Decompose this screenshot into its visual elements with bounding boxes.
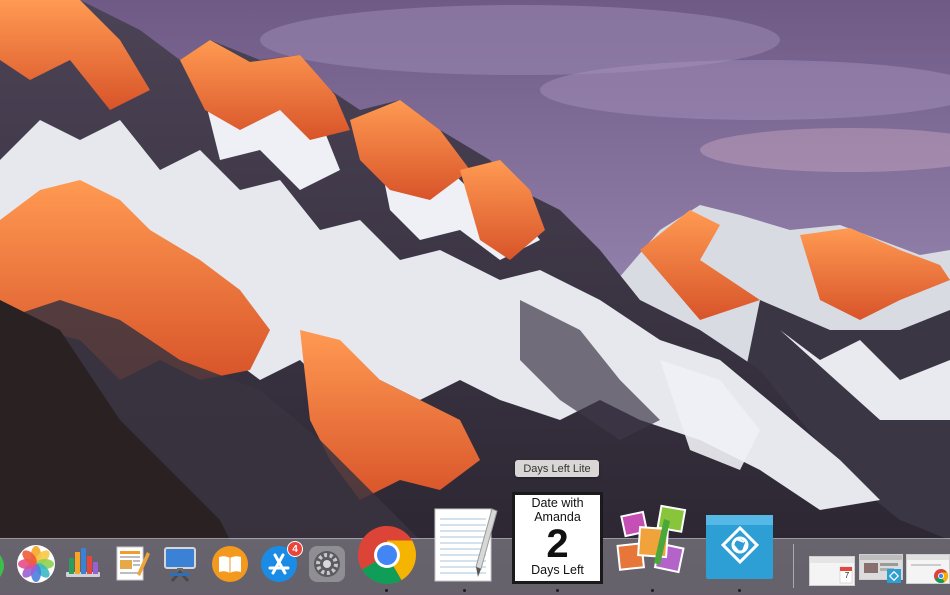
system-preferences-icon[interactable] (307, 544, 347, 584)
days-left-widget[interactable]: Date with Amanda 2 Days Left (512, 492, 603, 584)
textedit-running-indicator (463, 589, 466, 592)
dock-separator (793, 544, 794, 588)
keynote-icon[interactable] (160, 544, 200, 584)
minimized-calendar-window[interactable]: 7 (809, 556, 855, 586)
photos-icon[interactable] (16, 544, 56, 584)
aperture-running-indicator (738, 589, 741, 592)
ibooks-icon[interactable] (210, 544, 250, 584)
photo-collage-icon[interactable] (614, 503, 692, 583)
chrome-mini-icon (934, 569, 948, 583)
minimized-calendar-day: 7 (844, 571, 850, 580)
days-left-subtitle: Days Left (531, 563, 584, 577)
minimized-app-badge-icon (887, 569, 901, 583)
days-left-number: 2 (546, 522, 569, 566)
tooltip-text: Days Left Lite (523, 462, 591, 475)
pages-icon[interactable] (111, 544, 151, 584)
days-left-running-indicator (556, 589, 559, 592)
aperture-icon[interactable] (706, 515, 773, 579)
days-left-title: Date with Amanda (531, 496, 584, 524)
partial-app-icon[interactable] (0, 551, 8, 581)
numbers-icon[interactable] (63, 544, 103, 584)
dock-tooltip: Days Left Lite (515, 460, 599, 477)
photo-collage-running-indicator (651, 589, 654, 592)
chrome-icon[interactable] (357, 525, 417, 585)
chrome-running-indicator (385, 589, 388, 592)
textedit-icon[interactable] (432, 505, 498, 583)
app-store-badge: 4 (287, 541, 303, 557)
